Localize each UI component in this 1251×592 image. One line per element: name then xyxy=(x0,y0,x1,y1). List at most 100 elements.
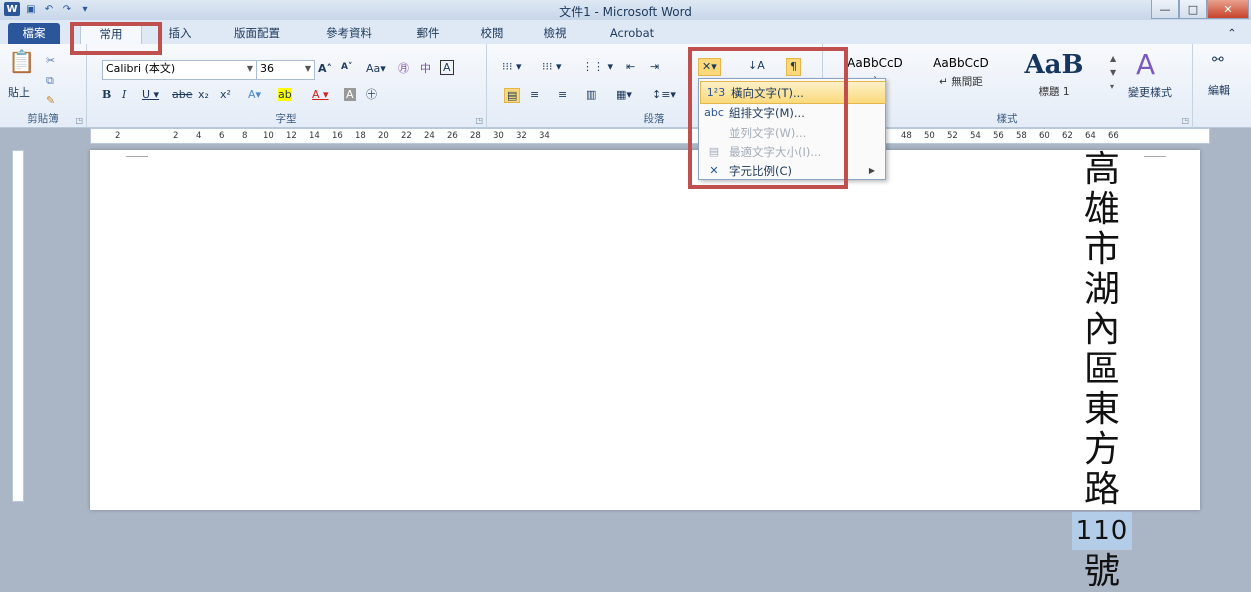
tab-page-layout[interactable]: 版面配置 xyxy=(222,23,292,44)
editing-button[interactable]: 編輯 xyxy=(1208,82,1230,98)
text-char: 湖 xyxy=(1083,269,1120,310)
style-heading-1[interactable]: AaB 標題 1 xyxy=(1006,50,1102,98)
text-char: 市 xyxy=(1083,229,1120,270)
ruler-mark: 50 xyxy=(924,131,935,141)
font-size-value: 36 xyxy=(260,62,274,75)
styles-launcher-icon[interactable]: ◳ xyxy=(1181,116,1189,125)
ruler-mark: 32 xyxy=(516,131,527,141)
phonetic-guide-icon[interactable]: ㊊ xyxy=(398,60,409,76)
tab-insert[interactable]: 插入 xyxy=(160,23,200,44)
highlight-icon[interactable]: ab xyxy=(278,88,292,101)
document-title: 文件1 - Microsoft Word xyxy=(559,5,692,19)
ruler-mark: 14 xyxy=(309,131,320,141)
line-spacing-icon[interactable]: ↕≡▾ xyxy=(652,88,676,101)
enclose-char-icon[interactable]: 中 xyxy=(420,60,431,76)
text-char: 號 xyxy=(1083,551,1120,592)
multilevel-list-icon[interactable]: ⋮⋮ ▾ xyxy=(582,60,613,73)
style-sample: AaB xyxy=(1024,50,1084,80)
align-justify-icon[interactable]: ▤ xyxy=(504,88,521,103)
tab-mailings[interactable]: 郵件 xyxy=(408,23,448,44)
change-styles-button[interactable]: 變更樣式 xyxy=(1128,84,1172,100)
char-border-icon[interactable]: A xyxy=(440,60,454,75)
subscript-icon[interactable]: x₂ xyxy=(198,88,209,101)
italic-icon[interactable]: I xyxy=(122,88,126,101)
copy-icon[interactable]: ⧉ xyxy=(46,74,54,88)
minimize-button[interactable]: — xyxy=(1151,0,1179,19)
styles-scroll-icon[interactable]: ▲ ▼ ▾ xyxy=(1110,52,1116,94)
strikethrough-icon[interactable]: abe xyxy=(172,88,193,101)
editing-group: ⚯ 編輯 xyxy=(1192,44,1251,128)
ruler-mark: 6 xyxy=(219,131,225,141)
highlight-box-home-tab xyxy=(70,22,162,55)
minimize-ribbon-icon[interactable]: ⌃ xyxy=(1222,23,1242,44)
ruler-mark: 54 xyxy=(970,131,981,141)
underline-icon[interactable]: U ▾ xyxy=(142,88,159,101)
margin-corner xyxy=(1144,156,1166,157)
ruler-mark: 2 xyxy=(115,131,121,141)
ruler-mark: 26 xyxy=(447,131,458,141)
find-binoculars-icon[interactable]: ⚯ xyxy=(1212,52,1224,68)
increase-indent-icon[interactable]: ⇥ xyxy=(650,60,659,73)
close-button[interactable]: ✕ xyxy=(1207,0,1249,19)
grow-font-icon[interactable]: A˄ xyxy=(318,62,332,75)
highlight-box-asian-layout xyxy=(688,47,848,189)
tab-acrobat[interactable]: Acrobat xyxy=(602,23,662,44)
text-char: 雄 xyxy=(1083,189,1120,230)
tab-review[interactable]: 校閱 xyxy=(472,23,512,44)
ruler-mark: 60 xyxy=(1039,131,1050,141)
ruler-mark: 20 xyxy=(378,131,389,141)
clipboard-launcher-icon[interactable]: ◳ xyxy=(75,116,83,125)
ruler-mark: 52 xyxy=(947,131,958,141)
ruler-mark: 8 xyxy=(242,131,248,141)
text-effects-icon[interactable]: A▾ xyxy=(248,88,261,101)
clipboard-group: 📋 貼上 ✂ ⧉ ✎ 剪貼簿 ◳ xyxy=(0,44,87,128)
tab-references[interactable]: 參考資料 xyxy=(314,23,384,44)
ruler-mark: 30 xyxy=(493,131,504,141)
font-color-icon[interactable]: A ▾ xyxy=(312,88,329,101)
ruler-mark: 4 xyxy=(196,131,202,141)
numbering-icon[interactable]: ⁝⁝⁝ ▾ xyxy=(542,60,562,73)
clipboard-label: 剪貼簿 xyxy=(27,113,59,125)
ruler-mark: 58 xyxy=(1016,131,1027,141)
tab-file[interactable]: 檔案 xyxy=(8,23,60,44)
font-size-combo[interactable]: 36 ▼ xyxy=(256,60,315,80)
selected-number-text[interactable]: 110 xyxy=(1072,512,1132,550)
horizontal-ruler[interactable]: 2 2 4 6 8 10 12 14 16 18 20 22 24 26 28 … xyxy=(90,128,1210,144)
maximize-button[interactable]: □ xyxy=(1179,0,1207,19)
paste-button[interactable]: 貼上 xyxy=(8,84,30,100)
chevron-down-icon[interactable]: ▼ xyxy=(305,61,311,77)
style-sample: AaBbCcD xyxy=(933,56,989,70)
paste-icon[interactable]: 📋 xyxy=(8,50,35,75)
text-char: 路 xyxy=(1083,469,1120,510)
change-styles-icon[interactable]: A xyxy=(1136,48,1155,81)
font-name-combo[interactable]: Calibri (本文) ▼ xyxy=(102,60,257,80)
vertical-text[interactable]: 高 雄 市 湖 內 區 東 方 路 110 號 xyxy=(1072,150,1132,592)
font-group: Calibri (本文) ▼ 36 ▼ A˄ A˅ Aa▾ ㊊ 中 A B I U … xyxy=(86,44,487,128)
document-page[interactable] xyxy=(90,150,1200,510)
columns-icon[interactable]: ▦▾ xyxy=(616,88,632,101)
char-shading-icon[interactable]: A xyxy=(344,88,356,101)
vertical-ruler[interactable] xyxy=(12,150,24,502)
submenu-arrow-icon: ▶ xyxy=(868,166,875,175)
enclose-characters-icon[interactable]: ㊉ xyxy=(366,86,377,102)
change-case-icon[interactable]: Aa▾ xyxy=(366,62,386,75)
align-right-icon[interactable]: ≡ xyxy=(558,88,567,101)
ruler-mark: 64 xyxy=(1085,131,1096,141)
font-launcher-icon[interactable]: ◳ xyxy=(475,116,483,125)
bold-icon[interactable]: B xyxy=(102,88,111,101)
style-name: 標題 1 xyxy=(1038,86,1070,98)
style-no-spacing[interactable]: AaBbCcD ↵ 無間距 xyxy=(924,50,998,96)
tab-view[interactable]: 檢視 xyxy=(535,23,575,44)
style-name: ↵ 無間距 xyxy=(939,76,983,88)
cut-icon[interactable]: ✂ xyxy=(46,54,55,67)
text-char: 高 xyxy=(1083,149,1120,190)
shrink-font-icon[interactable]: A˅ xyxy=(341,62,352,72)
distributed-icon[interactable]: ▥ xyxy=(586,88,596,101)
bullets-icon[interactable]: ⁝⁝⁝ ▾ xyxy=(502,60,522,73)
superscript-icon[interactable]: x² xyxy=(220,88,231,101)
ruler-mark: 2 xyxy=(173,131,179,141)
chevron-down-icon[interactable]: ▼ xyxy=(247,61,253,77)
align-center-icon[interactable]: ≡ xyxy=(530,88,539,101)
format-painter-icon[interactable]: ✎ xyxy=(46,94,55,107)
decrease-indent-icon[interactable]: ⇤ xyxy=(626,60,635,73)
